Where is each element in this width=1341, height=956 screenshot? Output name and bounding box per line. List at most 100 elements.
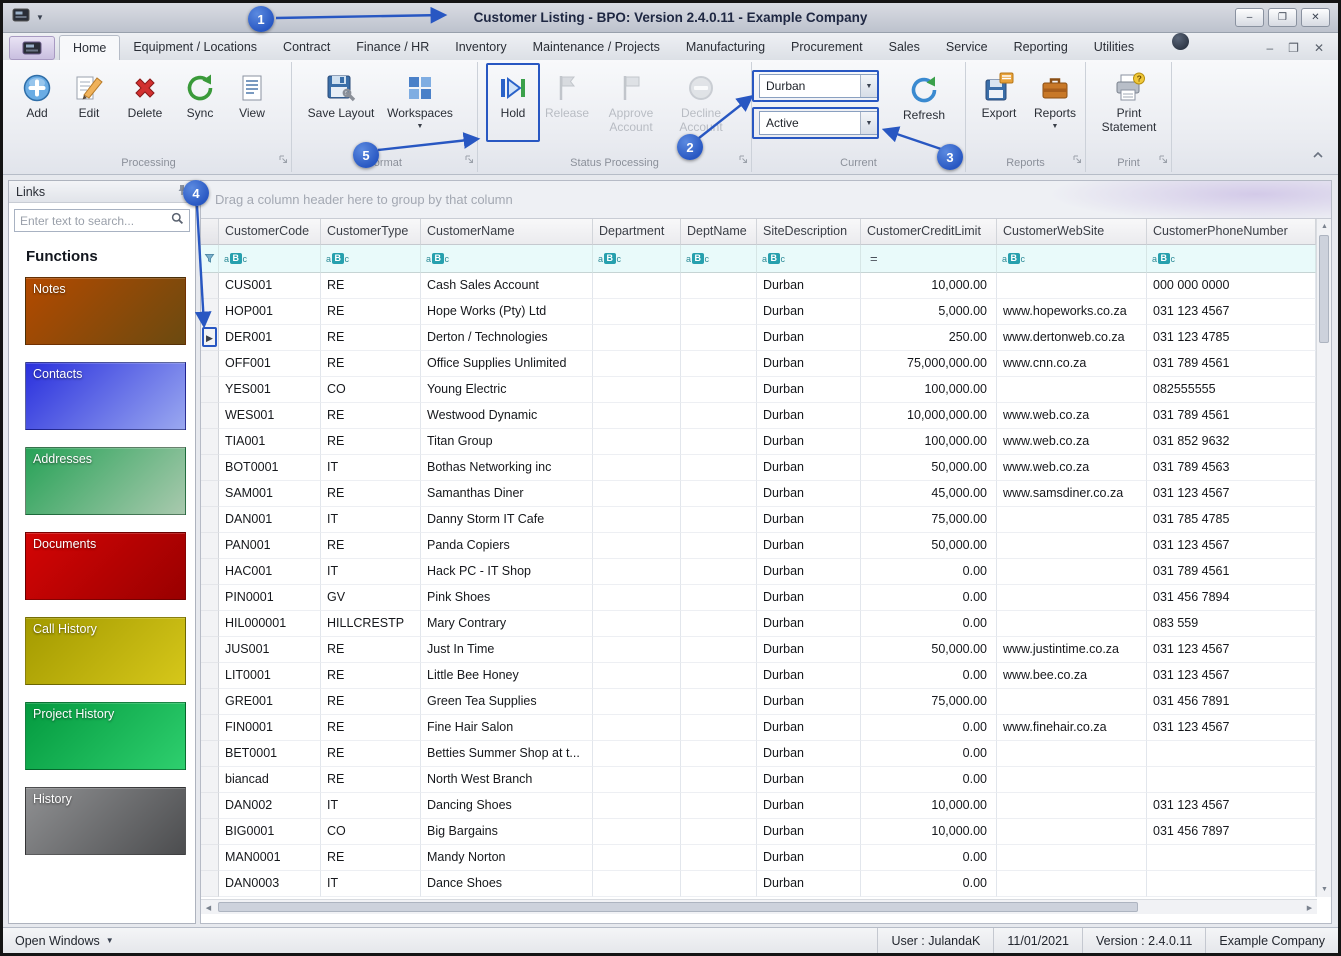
ribbon-close-icon[interactable]: ✕ [1314, 41, 1324, 55]
ribbon-restore-icon[interactable]: ❐ [1288, 41, 1299, 55]
table-row[interactable]: CUS001 RE Cash Sales Account Durban 10,000.0… [201, 273, 1316, 299]
table-row[interactable]: MAN0001 RE Mandy Norton Durban 0.00 [201, 845, 1316, 871]
tab-procurement[interactable]: Procurement [778, 35, 876, 60]
dialog-launcher-icon[interactable] [465, 151, 474, 169]
table-row[interactable]: FIN0001 RE Fine Hair Salon Durban 0.00 www.fi… [201, 715, 1316, 741]
row-selector[interactable] [201, 403, 219, 429]
row-selector[interactable] [201, 871, 219, 897]
site-filter-dropdown[interactable]: Durban ▼ [759, 74, 878, 98]
table-row[interactable]: BIG0001 CO Big Bargains Durban 10,000.00 031 … [201, 819, 1316, 845]
hold-button[interactable]: Hold [488, 66, 538, 135]
column-header-sitedescription[interactable]: SiteDescription [757, 219, 861, 245]
row-selector[interactable] [201, 429, 219, 455]
horizontal-scroll-thumb[interactable] [218, 902, 1138, 912]
sync-button[interactable]: Sync [174, 66, 226, 121]
table-row[interactable]: DAN001 IT Danny Storm IT Cafe Durban 75,000.… [201, 507, 1316, 533]
dialog-launcher-icon[interactable] [739, 151, 748, 169]
table-row[interactable]: BET0001 RE Betties Summer Shop at t... Durb… [201, 741, 1316, 767]
function-tile-history[interactable]: History [25, 787, 186, 855]
table-row[interactable]: JUS001 RE Just In Time Durban 50,000.00 www.j… [201, 637, 1316, 663]
row-selector[interactable] [201, 741, 219, 767]
function-tile-call-history[interactable]: Call History [25, 617, 186, 685]
tab-contract[interactable]: Contract [270, 35, 343, 60]
function-tile-notes[interactable]: Notes [25, 277, 186, 345]
row-selector[interactable] [201, 507, 219, 533]
column-header-customercode[interactable]: CustomerCode [219, 219, 321, 245]
filter-cell-customercreditlimit[interactable]: = [861, 245, 997, 273]
vertical-scroll-thumb[interactable] [1319, 235, 1329, 343]
filter-cell-customername[interactable]: aBc [421, 245, 593, 273]
table-row[interactable]: WES001 RE Westwood Dynamic Durban 10,000,000… [201, 403, 1316, 429]
tab-equipment-locations[interactable]: Equipment / Locations [120, 35, 270, 60]
dialog-launcher-icon[interactable] [279, 151, 288, 169]
row-selector[interactable] [201, 273, 219, 299]
table-row[interactable]: biancad RE North West Branch Durban 0.00 [201, 767, 1316, 793]
links-panel-header[interactable]: Links [9, 181, 195, 203]
row-selector[interactable] [201, 715, 219, 741]
row-selector[interactable] [201, 481, 219, 507]
column-header-deptname[interactable]: DeptName [681, 219, 757, 245]
table-row[interactable]: ▶ DER001 RE Derton / Technologies Durban 250.… [201, 325, 1316, 351]
group-by-bar[interactable]: Drag a column header here to group by th… [201, 181, 1331, 219]
horizontal-scrollbar[interactable]: ◀ ▶ [201, 899, 1317, 914]
tab-inventory[interactable]: Inventory [442, 35, 519, 60]
collapse-ribbon-icon[interactable] [1310, 148, 1326, 166]
scroll-down-icon[interactable]: ▼ [1317, 882, 1332, 897]
table-row[interactable]: PIN0001 GV Pink Shoes Durban 0.00 031 456 789… [201, 585, 1316, 611]
row-selector[interactable] [201, 377, 219, 403]
table-row[interactable]: BOT0001 IT Bothas Networking inc Durban 50,0… [201, 455, 1316, 481]
tab-manufacturing[interactable]: Manufacturing [673, 35, 778, 60]
function-tile-contacts[interactable]: Contacts [25, 362, 186, 430]
function-tile-documents[interactable]: Documents [25, 532, 186, 600]
scroll-up-icon[interactable]: ▲ [1317, 219, 1332, 234]
table-row[interactable]: GRE001 RE Green Tea Supplies Durban 75,000.0… [201, 689, 1316, 715]
scroll-right-icon[interactable]: ▶ [1302, 900, 1317, 915]
delete-button[interactable]: Delete [116, 66, 174, 121]
save-layout-button[interactable]: Save Layout [302, 66, 380, 131]
column-header-customercreditlimit[interactable]: CustomerCreditLimit [861, 219, 997, 245]
row-selector[interactable] [201, 767, 219, 793]
add-button[interactable]: Add [12, 66, 62, 121]
print-statement-button[interactable]: ? Print Statement [1091, 66, 1167, 135]
tab-service[interactable]: Service [933, 35, 1001, 60]
close-button[interactable]: ✕ [1301, 8, 1330, 27]
table-row[interactable]: LIT0001 RE Little Bee Honey Durban 0.00 www.b… [201, 663, 1316, 689]
column-header-department[interactable]: Department [593, 219, 681, 245]
chevron-down-icon[interactable]: ▼ [860, 75, 877, 97]
filter-cell-customerwebsite[interactable]: aBc [997, 245, 1147, 273]
table-row[interactable]: HAC001 IT Hack PC - IT Shop Durban 0.00 031 7… [201, 559, 1316, 585]
table-row[interactable]: DAN002 IT Dancing Shoes Durban 10,000.00 031 … [201, 793, 1316, 819]
status-filter-dropdown[interactable]: Active ▼ [759, 111, 878, 135]
view-button[interactable]: View [226, 66, 278, 121]
reports-button[interactable]: Reports ▼ [1026, 66, 1084, 131]
row-selector[interactable] [201, 585, 219, 611]
chevron-down-icon[interactable]: ▼ [860, 112, 877, 134]
row-selector[interactable] [201, 299, 219, 325]
row-selector[interactable] [201, 533, 219, 559]
table-row[interactable]: DAN0003 IT Dance Shoes Durban 0.00 [201, 871, 1316, 897]
edit-button[interactable]: Edit [62, 66, 116, 121]
filter-cell-customerphonenumber[interactable]: aBc [1147, 245, 1316, 273]
tab-home[interactable]: Home [59, 35, 121, 60]
quick-access-caret-icon[interactable]: ▼ [36, 13, 44, 22]
row-selector[interactable] [201, 793, 219, 819]
tab-finance-hr[interactable]: Finance / HR [343, 35, 442, 60]
row-selector[interactable] [201, 663, 219, 689]
ribbon-minimize-icon[interactable]: – [1266, 41, 1273, 55]
row-selector[interactable] [201, 819, 219, 845]
refresh-button[interactable]: Refresh [892, 68, 956, 123]
row-selector[interactable] [201, 455, 219, 481]
row-selector[interactable] [201, 559, 219, 585]
row-selector[interactable]: ▶ [201, 325, 219, 351]
table-row[interactable]: OFF001 RE Office Supplies Unlimited Durban 7… [201, 351, 1316, 377]
function-tile-project-history[interactable]: Project History [25, 702, 186, 770]
filter-cell-customertype[interactable]: aBc [321, 245, 421, 273]
search-input[interactable] [20, 213, 171, 228]
row-selector[interactable] [201, 637, 219, 663]
row-selector[interactable] [201, 845, 219, 871]
tab-utilities[interactable]: Utilities [1081, 35, 1147, 60]
function-tile-addresses[interactable]: Addresses [25, 447, 186, 515]
dialog-launcher-icon[interactable] [1159, 151, 1168, 169]
application-menu-button[interactable] [9, 36, 55, 60]
table-row[interactable]: PAN001 RE Panda Copiers Durban 50,000.00 031 … [201, 533, 1316, 559]
